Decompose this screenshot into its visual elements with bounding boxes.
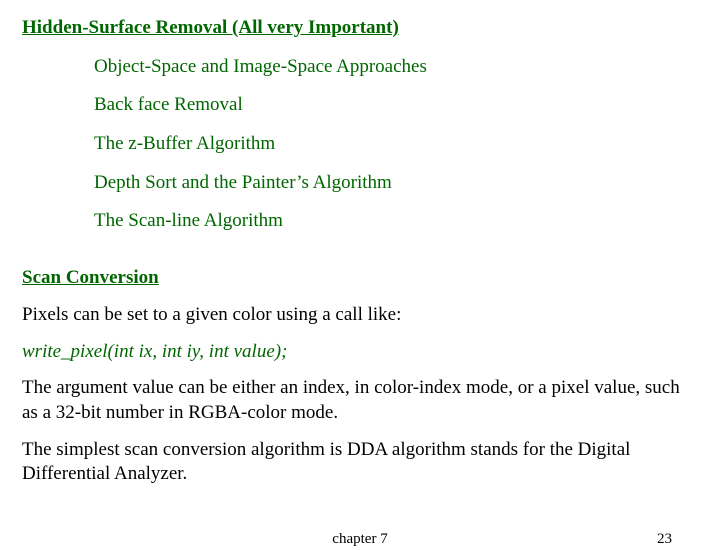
section1-list: Object-Space and Image-Space Approaches … [94, 55, 698, 234]
section2-p3: The simplest scan conversion algorithm i… [22, 438, 698, 487]
section2-p2: The argument value can be either an inde… [22, 376, 698, 425]
section1-title: Hidden-Surface Removal (All very Importa… [22, 16, 698, 41]
list-item: Object-Space and Image-Space Approaches [94, 55, 698, 80]
list-item: Back face Removal [94, 93, 698, 118]
slide: Hidden-Surface Removal (All very Importa… [0, 0, 720, 540]
list-item: Depth Sort and the Painter’s Algorithm [94, 171, 698, 196]
list-item: The Scan-line Algorithm [94, 209, 698, 234]
section2-p1: Pixels can be set to a given color using… [22, 303, 698, 328]
section2-title: Scan Conversion [22, 266, 698, 291]
section2-code: write_pixel(int ix, int iy, int value); [22, 340, 698, 365]
list-item: The z-Buffer Algorithm [94, 132, 698, 157]
